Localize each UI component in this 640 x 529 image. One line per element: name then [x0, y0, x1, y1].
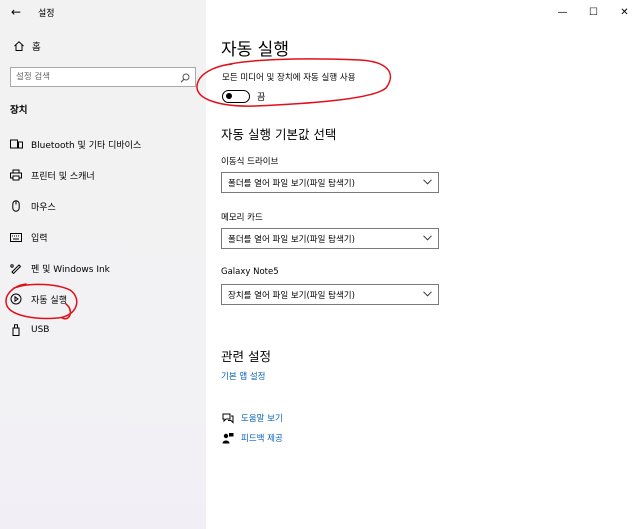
- sidebar-item-home[interactable]: 홈: [0, 36, 41, 56]
- removable-drive-label: 이동식 드라이브: [221, 157, 279, 167]
- related-settings-heading: 관련 설정: [221, 349, 271, 364]
- chevron-down-icon: [423, 290, 432, 299]
- feedback-row[interactable]: 피드백 제공: [221, 430, 283, 446]
- sidebar-item-mouse[interactable]: 마우스: [0, 194, 206, 218]
- page-title: 자동 실행: [221, 40, 289, 60]
- removable-drive-dropdown[interactable]: 폴더를 열어 파일 보기(파일 탐색기): [221, 172, 439, 193]
- back-arrow-icon: ←: [10, 5, 22, 19]
- minimize-icon: —: [557, 6, 568, 18]
- autoplay-toggle[interactable]: [222, 90, 250, 103]
- keyboard-icon: [9, 230, 23, 244]
- chevron-down-icon: [423, 178, 432, 187]
- back-button[interactable]: ←: [0, 0, 32, 24]
- dropdown-value: 폴더를 열어 파일 보기(파일 탐색기): [228, 178, 355, 189]
- sidebar-item-printers[interactable]: 프린터 및 스캐너: [0, 163, 206, 187]
- defaults-heading: 자동 실행 기본값 선택: [221, 127, 337, 142]
- maximize-button[interactable]: ☐: [578, 0, 609, 24]
- sidebar-item-label: Bluetooth 및 기타 디바이스: [31, 140, 142, 151]
- search-box[interactable]: [10, 67, 196, 87]
- memory-card-label: 메모리 카드: [221, 213, 263, 223]
- printer-icon: [9, 168, 23, 182]
- sidebar-item-autoplay[interactable]: 자동 실행: [0, 287, 206, 311]
- sidebar-item-label: 프린터 및 스캐너: [31, 171, 95, 182]
- chevron-down-icon: [423, 234, 432, 243]
- sidebar-item-usb[interactable]: USB: [0, 318, 206, 342]
- sidebar-item-label: 홈: [32, 42, 41, 53]
- home-icon: [11, 38, 27, 54]
- galaxy-note-label: Galaxy Note5: [221, 267, 279, 277]
- default-apps-link[interactable]: 기본 앱 설정: [221, 370, 266, 382]
- minimize-button[interactable]: —: [547, 0, 578, 24]
- title-bar: ← 설정: [0, 0, 55, 24]
- memory-card-dropdown[interactable]: 폴더를 열어 파일 보기(파일 탐색기): [221, 228, 439, 249]
- pen-icon: [9, 261, 23, 275]
- sidebar-item-label: 마우스: [31, 202, 56, 213]
- mouse-icon: [9, 199, 23, 213]
- sidebar: ← 설정 홈 장치 Bluetooth 및 기타 디바이스 프린터 및 스캐너 …: [0, 0, 206, 529]
- dropdown-value: 장치를 열어 파일 보기(파일 탐색기): [228, 290, 355, 301]
- bluetooth-devices-icon: [9, 137, 23, 151]
- galaxy-note-dropdown[interactable]: 장치를 열어 파일 보기(파일 탐색기): [221, 284, 439, 305]
- help-chat-icon: [221, 411, 235, 425]
- section-heading: 장치: [10, 105, 28, 116]
- feedback-icon: [221, 431, 235, 445]
- autoplay-icon: [9, 292, 23, 306]
- toggle-state-text: 끔: [257, 93, 266, 103]
- search-icon[interactable]: [180, 68, 190, 87]
- dropdown-value: 폴더를 열어 파일 보기(파일 탐색기): [228, 234, 355, 245]
- sidebar-item-pen[interactable]: 펜 및 Windows Ink: [0, 256, 206, 280]
- autoplay-toggle-label: 모든 미디어 및 장치에 자동 실행 사용: [222, 73, 356, 83]
- close-button[interactable]: ✕: [609, 0, 640, 24]
- window-controls: — ☐ ✕: [547, 0, 640, 24]
- usb-icon: [9, 323, 23, 337]
- search-input[interactable]: [16, 72, 166, 82]
- sidebar-item-typing[interactable]: 입력: [0, 225, 206, 249]
- feedback-link[interactable]: 피드백 제공: [241, 432, 283, 444]
- maximize-icon: ☐: [589, 6, 598, 18]
- help-link[interactable]: 도움말 보기: [241, 412, 283, 424]
- sidebar-item-label: 펜 및 Windows Ink: [31, 264, 110, 275]
- sidebar-item-label: USB: [31, 325, 50, 335]
- sidebar-item-label: 자동 실행: [31, 295, 67, 306]
- sidebar-item-bluetooth[interactable]: Bluetooth 및 기타 디바이스: [0, 132, 206, 156]
- app-title: 설정: [38, 8, 55, 19]
- close-icon: ✕: [620, 6, 629, 18]
- sidebar-item-label: 입력: [31, 233, 48, 244]
- help-row[interactable]: 도움말 보기: [221, 410, 283, 426]
- toggle-knob: [226, 93, 232, 99]
